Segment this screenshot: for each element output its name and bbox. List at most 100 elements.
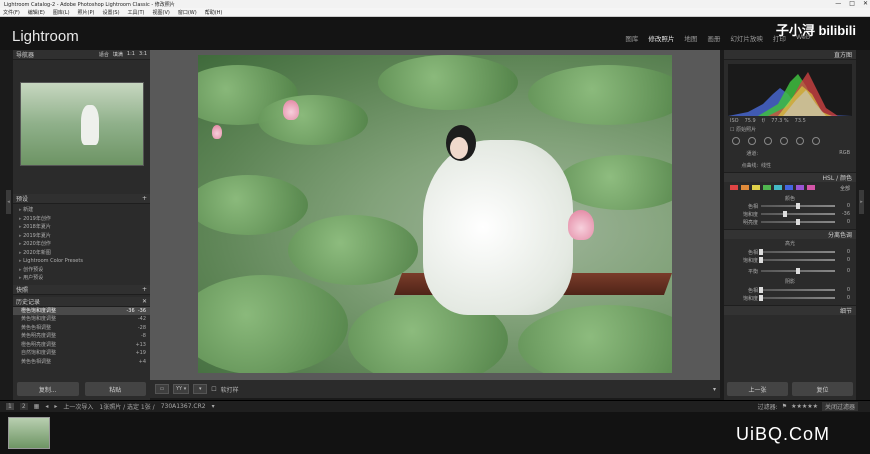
- history-header[interactable]: 历史记录 ✕: [13, 296, 150, 307]
- radial-filter-icon[interactable]: [796, 137, 804, 145]
- menu-window[interactable]: 窗口(W): [178, 9, 197, 16]
- histogram-header[interactable]: 直方图: [724, 50, 856, 60]
- module-library[interactable]: 图库: [625, 33, 638, 43]
- tone-curve-channel[interactable]: 通道: RGB: [724, 149, 856, 157]
- preset-folder[interactable]: 新建: [19, 206, 150, 215]
- history-item[interactable]: 黄色色相调整 -28: [13, 324, 150, 333]
- split-slider[interactable]: 色相 0: [724, 248, 856, 256]
- split-slider[interactable]: 色相 0: [724, 286, 856, 294]
- previous-button[interactable]: 上一张: [727, 382, 788, 396]
- color-swatch[interactable]: [774, 185, 782, 190]
- menu-library[interactable]: 图库(L): [53, 9, 70, 16]
- color-swatch[interactable]: [785, 185, 793, 190]
- left-panel-toggle[interactable]: ◂: [6, 190, 11, 214]
- adjustment-brush-icon[interactable]: [812, 137, 820, 145]
- split-toning-header[interactable]: 分离色调: [724, 229, 856, 239]
- red-eye-icon[interactable]: [764, 137, 772, 145]
- zoom-3-1[interactable]: 3:1: [139, 51, 147, 58]
- color-swatch[interactable]: [741, 185, 749, 190]
- preset-folder[interactable]: 2019年创作: [19, 215, 150, 224]
- color-swatch[interactable]: [796, 185, 804, 190]
- main-window-button[interactable]: 1: [6, 403, 14, 410]
- hsl-slider[interactable]: 色相 0: [724, 202, 856, 210]
- add-snapshot-icon[interactable]: +: [142, 286, 147, 293]
- menu-view[interactable]: 视图(V): [153, 9, 170, 16]
- minimize-button[interactable]: —: [835, 0, 841, 7]
- before-after-button[interactable]: YY ▾: [173, 384, 190, 394]
- menu-help[interactable]: 帮助(H): [205, 9, 223, 16]
- history-item[interactable]: 自然饱和度调整 +19: [13, 349, 150, 358]
- right-panel-toggle[interactable]: ▸: [859, 190, 864, 214]
- menu-edit[interactable]: 编辑(E): [28, 9, 45, 16]
- preset-folder[interactable]: 创作预设: [19, 266, 150, 275]
- forward-arrow-icon[interactable]: ▸: [54, 403, 57, 410]
- toolbar-menu-icon[interactable]: ▾: [713, 386, 720, 393]
- history-item[interactable]: 橙色明亮度调整 +13: [13, 341, 150, 350]
- preset-folder[interactable]: Lightroom Color Presets: [19, 257, 150, 266]
- split-slider[interactable]: 饱和度 0: [724, 256, 856, 264]
- module-web[interactable]: Web: [796, 33, 810, 43]
- loupe-view-button[interactable]: ▭: [155, 384, 169, 394]
- history-item[interactable]: 黄色色相调整 +4: [13, 358, 150, 367]
- snapshots-header[interactable]: 快照 +: [13, 284, 150, 295]
- presets-header[interactable]: 预设 +: [13, 194, 150, 204]
- source-label[interactable]: 上一次导入: [63, 402, 93, 411]
- copy-settings-button[interactable]: 复制...: [17, 382, 79, 396]
- histogram[interactable]: [728, 64, 852, 116]
- menu-file[interactable]: 文件(F): [3, 9, 20, 16]
- menu-settings[interactable]: 设置(S): [102, 9, 119, 16]
- color-swatch[interactable]: [730, 185, 738, 190]
- preset-folder[interactable]: 2019年夏片: [19, 232, 150, 241]
- clear-history-icon[interactable]: ✕: [142, 298, 147, 305]
- module-slideshow[interactable]: 幻灯片放映: [730, 33, 763, 43]
- crop-tool-icon[interactable]: [732, 137, 740, 145]
- preset-folder[interactable]: 用户预设: [19, 274, 150, 283]
- module-map[interactable]: 地图: [684, 33, 697, 43]
- preset-folder[interactable]: 2018年夏片: [19, 223, 150, 232]
- point-curve[interactable]: 点曲线: 线性: [724, 161, 856, 169]
- back-arrow-icon[interactable]: ◂: [45, 403, 48, 410]
- color-swatch[interactable]: [752, 185, 760, 190]
- second-window-button[interactable]: 2: [19, 403, 28, 410]
- module-print[interactable]: 打印: [773, 33, 786, 43]
- navigator-preview[interactable]: [19, 82, 144, 166]
- filter-dropdown[interactable]: 关闭过滤器: [821, 402, 858, 411]
- filmstrip-thumbnail[interactable]: [8, 417, 50, 449]
- balance-slider[interactable]: 平衡 0: [724, 267, 856, 275]
- reset-button[interactable]: 复位: [792, 382, 853, 396]
- soft-proof-checkbox[interactable]: ☐: [211, 386, 216, 393]
- history-item[interactable]: 黄色饱和度调整 -42: [13, 315, 150, 324]
- zoom-1-1[interactable]: 1:1: [127, 51, 135, 58]
- graduated-filter-icon[interactable]: [780, 137, 788, 145]
- hsl-slider[interactable]: 明亮度 0: [724, 218, 856, 226]
- menu-tools[interactable]: 工具(T): [128, 9, 145, 16]
- filename-dropdown-icon[interactable]: ▾: [212, 403, 215, 410]
- history-item[interactable]: 橙色饱和度调整 -36 -36: [13, 306, 150, 315]
- close-button[interactable]: ✕: [863, 0, 868, 7]
- grid-icon[interactable]: ▦: [34, 403, 40, 410]
- original-photo-toggle[interactable]: ☐ 原始照片: [724, 126, 856, 133]
- navigator-header[interactable]: 导航器 适合 填满 1:1 3:1: [13, 50, 150, 60]
- hsl-mode-all[interactable]: 全部: [840, 185, 850, 192]
- zoom-fit[interactable]: 适合: [99, 51, 109, 58]
- hsl-header[interactable]: HSL / 颜色: [724, 172, 856, 182]
- paste-settings-button[interactable]: 粘贴: [84, 382, 146, 396]
- hsl-slider[interactable]: 饱和度 -36: [724, 210, 856, 218]
- maximize-button[interactable]: □: [849, 0, 855, 7]
- color-swatch[interactable]: [763, 185, 771, 190]
- photo-preview[interactable]: [198, 55, 672, 373]
- menu-photo[interactable]: 照片(P): [78, 9, 95, 16]
- history-item[interactable]: 黄色明亮度调整 -8: [13, 332, 150, 341]
- add-preset-icon[interactable]: +: [142, 195, 147, 202]
- preset-folder[interactable]: 2020年创作: [19, 240, 150, 249]
- module-develop[interactable]: 修改照片: [648, 33, 674, 43]
- preset-folder[interactable]: 2020年新图: [19, 249, 150, 258]
- spot-removal-icon[interactable]: [748, 137, 756, 145]
- compare-button[interactable]: ▾: [193, 384, 208, 394]
- split-slider[interactable]: 饱和度 0: [724, 294, 856, 302]
- flag-filter-icon[interactable]: ⚑: [782, 403, 787, 410]
- rating-filter-icon[interactable]: ★★★★★: [791, 403, 818, 410]
- color-swatch[interactable]: [807, 185, 815, 190]
- detail-header[interactable]: 细节: [724, 305, 856, 315]
- zoom-fill[interactable]: 填满: [113, 51, 123, 58]
